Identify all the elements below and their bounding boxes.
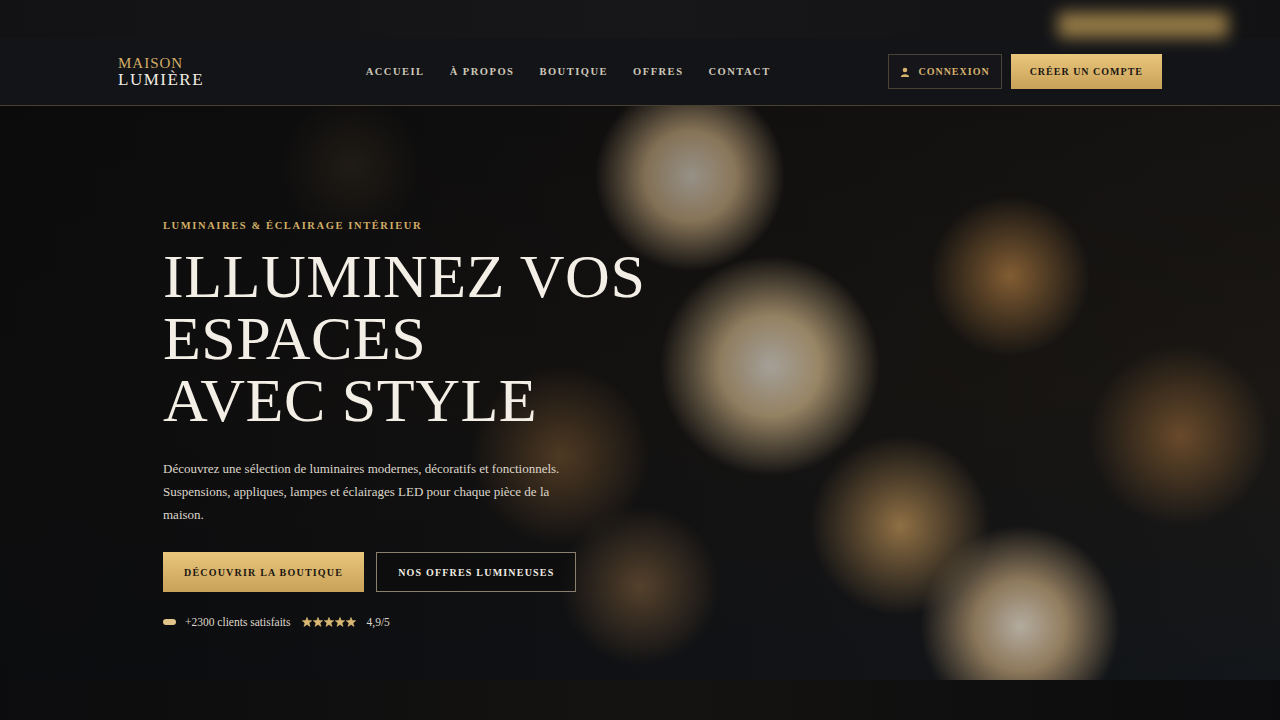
hero-title-line: AVEC STYLE — [163, 369, 645, 431]
star-icon — [302, 617, 312, 627]
page: MAISON LUMIÈRE ACCUEIL À PROPOS BOUTIQUE OF… — [0, 0, 1280, 720]
bottom-strip — [0, 680, 1280, 720]
cta-button[interactable]: DÉCOUVRIR LA BOUTIQUE — [163, 552, 364, 592]
clients-count: +2300 clients satisfaits — [185, 616, 291, 628]
hero-title-line: ESPACES — [163, 307, 645, 369]
star-rating — [302, 617, 356, 627]
nav-item[interactable]: OFFRES — [633, 66, 683, 77]
cta-button[interactable]: NOS OFFRES LUMINEUSES — [376, 552, 576, 592]
site-header: MAISON LUMIÈRE ACCUEIL À PROPOS BOUTIQUE OF… — [0, 38, 1280, 106]
nav-item[interactable]: BOUTIQUE — [539, 66, 608, 77]
nav-item[interactable]: ACCUEIL — [366, 66, 425, 77]
login-button[interactable]: CONNEXION — [888, 54, 1001, 89]
logo-line2: LUMIÈRE — [118, 71, 328, 88]
top-blur-strip — [0, 0, 1280, 38]
hero-eyebrow: LUMINAIRES & ÉCLAIRAGE INTÉRIEUR — [163, 220, 422, 231]
avatars-icon — [163, 619, 176, 625]
cta-row: DÉCOUVRIR LA BOUTIQUE NOS OFFRES LUMINEUS… — [163, 552, 576, 592]
user-icon — [900, 67, 910, 77]
hero-description: Découvrez une sélection de luminaires mo… — [163, 457, 588, 526]
hero-title: ILLUMINEZ VOSESPACESAVEC STYLE — [163, 245, 645, 431]
star-icon — [313, 617, 323, 627]
logo-line1: MAISON — [118, 56, 328, 71]
hero-section: LUMINAIRES & ÉCLAIRAGE INTÉRIEUR ILLUMIN… — [0, 106, 1280, 680]
logo[interactable]: MAISON LUMIÈRE — [118, 56, 328, 88]
main-nav: ACCUEIL À PROPOS BOUTIQUE OFFRES CONTACT — [366, 66, 771, 77]
nav-item[interactable]: CONTACT — [708, 66, 770, 77]
account-actions: CONNEXION CRÉER UN COMPTE — [888, 54, 1162, 89]
star-icon — [324, 617, 334, 627]
star-icon — [335, 617, 345, 627]
star-icon — [346, 617, 356, 627]
rating-score: 4,9/5 — [367, 616, 390, 628]
blur-decoration — [1058, 12, 1228, 38]
nav-item[interactable]: À PROPOS — [450, 66, 515, 77]
signup-button[interactable]: CRÉER UN COMPTE — [1011, 54, 1162, 89]
hero-title-line: ILLUMINEZ VOS — [163, 245, 645, 307]
rating-row: +2300 clients satisfaits 4,9/5 — [163, 616, 390, 628]
